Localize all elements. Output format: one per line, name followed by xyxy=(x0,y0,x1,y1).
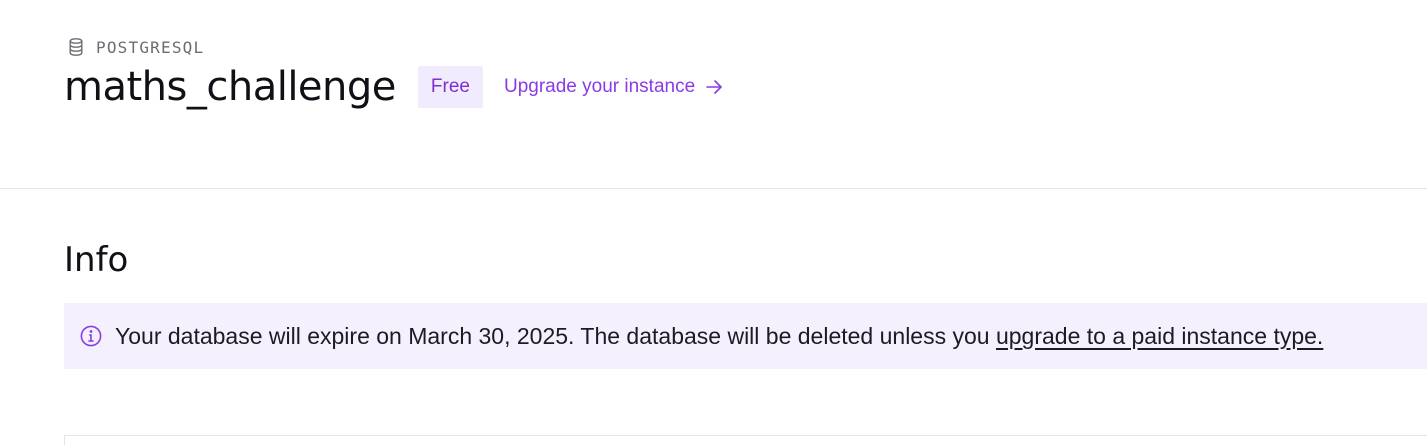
page-header: POSTGRESQL maths_challenge Free Upgrade … xyxy=(64,36,722,110)
page: POSTGRESQL maths_challenge Free Upgrade … xyxy=(0,0,1427,445)
expiry-notice-text: Your database will expire on March 30, 2… xyxy=(115,323,1323,350)
upgrade-instance-label: Upgrade your instance xyxy=(503,76,696,97)
page-title: maths_challenge xyxy=(64,64,396,110)
service-type-label: POSTGRESQL xyxy=(96,37,205,57)
upgrade-paid-instance-link[interactable]: upgrade to a paid instance type. xyxy=(996,323,1323,349)
next-card-edge xyxy=(64,435,1427,445)
expiry-notice-message: Your database will expire on March 30, 2… xyxy=(115,322,996,349)
title-row: maths_challenge Free Upgrade your instan… xyxy=(64,62,723,112)
upgrade-instance-link[interactable]: Upgrade your instance xyxy=(504,76,723,98)
service-type: POSTGRESQL xyxy=(64,36,204,58)
info-icon xyxy=(80,325,102,347)
header-divider xyxy=(0,188,1427,189)
info-heading: Info xyxy=(64,240,129,280)
expiry-notice: Your database will expire on March 30, 2… xyxy=(64,303,1427,369)
arrow-right-icon xyxy=(705,79,723,95)
database-icon xyxy=(65,36,87,58)
plan-badge: Free xyxy=(417,66,483,108)
